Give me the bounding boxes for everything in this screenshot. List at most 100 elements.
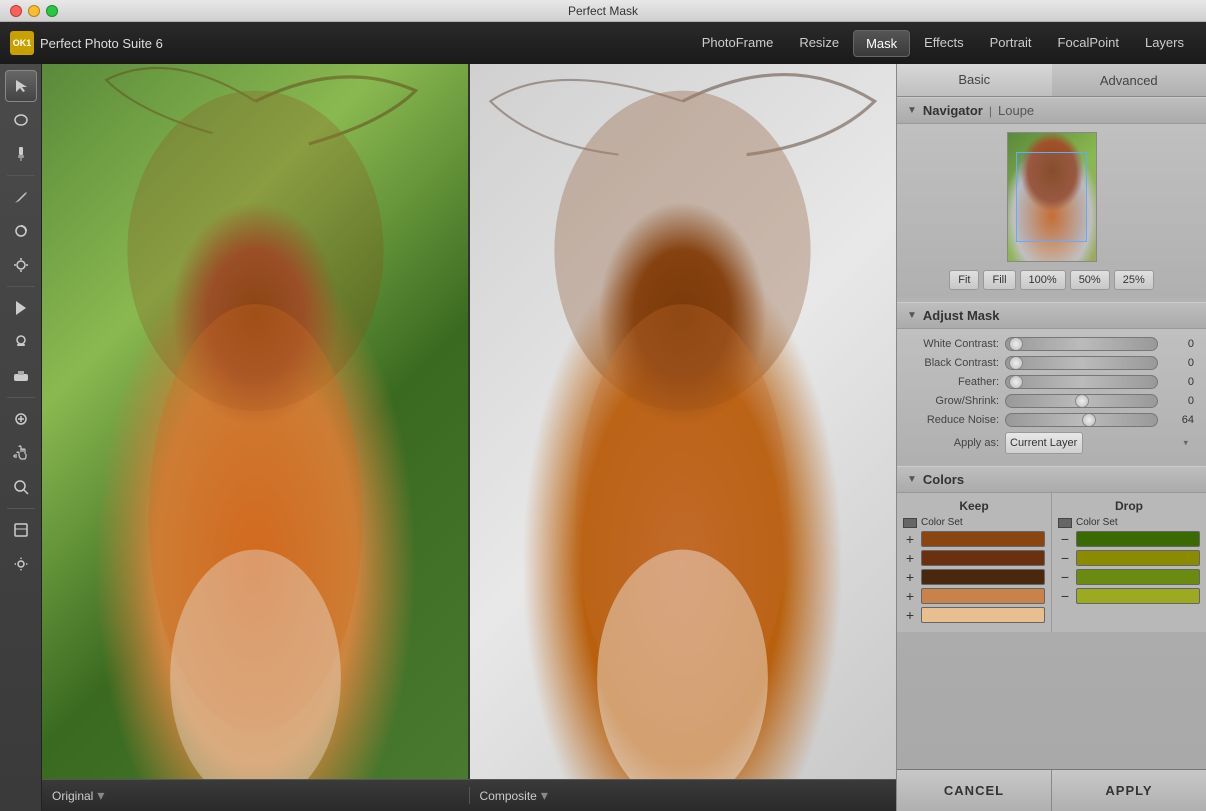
close-button[interactable]: [10, 5, 22, 17]
keep-swatch-2: [921, 569, 1045, 585]
grow-shrink-slider[interactable]: [1005, 394, 1158, 408]
tool-pen[interactable]: [5, 181, 37, 213]
apply-as-select[interactable]: Current Layer New Layer Mask: [1005, 432, 1083, 454]
canvas-right: [469, 64, 896, 779]
keep-row-1: +: [903, 550, 1045, 566]
tool-healing[interactable]: [5, 403, 37, 435]
panel-bottom: CANCEL APPLY: [897, 769, 1206, 811]
zoom-fit[interactable]: Fit: [949, 270, 979, 290]
tool-eraser[interactable]: [5, 360, 37, 392]
keep-row-3: +: [903, 588, 1045, 604]
menu-items: PhotoFrame Resize Mask Effects Portrait …: [690, 30, 1196, 57]
maximize-button[interactable]: [46, 5, 58, 17]
drop-swatch-3: [1076, 588, 1200, 604]
keep-column: Keep Color Set + +: [897, 493, 1051, 632]
navigator-thumbnail: [1007, 132, 1097, 262]
drop-remove-0[interactable]: −: [1058, 532, 1072, 546]
keep-row-4: +: [903, 607, 1045, 623]
menu-layers[interactable]: Layers: [1133, 30, 1196, 57]
canvas-divider: [468, 64, 470, 779]
zoom-fill[interactable]: Fill: [983, 270, 1015, 290]
drop-header: Drop: [1058, 499, 1200, 513]
app-logo: OK1 Perfect Photo Suite 6: [10, 31, 163, 55]
window-title: Perfect Mask: [568, 4, 638, 18]
navigator-header[interactable]: ▼ Navigator | Loupe: [897, 97, 1206, 124]
black-contrast-slider[interactable]: [1005, 356, 1158, 370]
adjust-triangle: ▼: [907, 310, 917, 321]
black-contrast-row: Black Contrast: 0: [909, 356, 1194, 370]
drop-remove-3[interactable]: −: [1058, 589, 1072, 603]
tab-basic[interactable]: Basic: [897, 64, 1052, 96]
menu-photoframe[interactable]: PhotoFrame: [690, 30, 786, 57]
reduce-noise-slider[interactable]: [1005, 413, 1158, 427]
menu-focalpoint[interactable]: FocalPoint: [1046, 30, 1131, 57]
drop-color-set-icon: [1058, 518, 1072, 528]
keep-row-2: +: [903, 569, 1045, 585]
tool-hand[interactable]: [5, 437, 37, 469]
app-logo-icon: OK1: [10, 31, 34, 55]
toolbar: [0, 64, 42, 811]
white-contrast-slider[interactable]: [1005, 337, 1158, 351]
reduce-noise-row: Reduce Noise: 64: [909, 413, 1194, 427]
main-layout: Original ▾ Composite ▾ Basic Advanced ▼ …: [0, 64, 1206, 811]
panel-tabs: Basic Advanced: [897, 64, 1206, 97]
adjust-mask-section: ▼ Adjust Mask White Contrast: 0: [897, 302, 1206, 462]
menu-resize[interactable]: Resize: [787, 30, 851, 57]
feather-row: Feather: 0: [909, 375, 1194, 389]
grow-shrink-row: Grow/Shrink: 0: [909, 394, 1194, 408]
tool-brush[interactable]: [5, 138, 37, 170]
navigator-triangle: ▼: [907, 105, 917, 116]
keep-add-2[interactable]: +: [903, 570, 917, 584]
menu-portrait[interactable]: Portrait: [978, 30, 1044, 57]
drop-remove-2[interactable]: −: [1058, 570, 1072, 584]
drop-remove-1[interactable]: −: [1058, 551, 1072, 565]
keep-add-3[interactable]: +: [903, 589, 917, 603]
tool-history[interactable]: [5, 514, 37, 546]
tool-color-range[interactable]: [5, 215, 37, 247]
zoom-50[interactable]: 50%: [1070, 270, 1110, 290]
canvas-left: [42, 64, 469, 779]
adjust-mask-header[interactable]: ▼ Adjust Mask: [897, 302, 1206, 329]
tab-advanced[interactable]: Advanced: [1052, 64, 1206, 96]
black-contrast-label: Black Contrast:: [909, 357, 999, 369]
window-controls[interactable]: [10, 5, 58, 17]
right-panel: Basic Advanced ▼ Navigator | Loupe: [896, 64, 1206, 811]
keep-add-1[interactable]: +: [903, 551, 917, 565]
loupe-button[interactable]: Loupe: [998, 103, 1034, 118]
feather-slider[interactable]: [1005, 375, 1158, 389]
left-label-arrow[interactable]: ▾: [97, 787, 104, 804]
drop-swatch-1: [1076, 550, 1200, 566]
tool-refine[interactable]: [5, 249, 37, 281]
left-label-text: Original: [52, 789, 93, 803]
apply-as-label: Apply as:: [909, 437, 999, 449]
tool-stamp[interactable]: [5, 326, 37, 358]
tool-settings[interactable]: [5, 548, 37, 580]
navigator-viewport: [1016, 152, 1086, 242]
tool-select[interactable]: [5, 70, 37, 102]
drop-swatch-0: [1076, 531, 1200, 547]
tool-zoom-in[interactable]: [5, 292, 37, 324]
tool-lasso[interactable]: [5, 104, 37, 136]
keep-add-0[interactable]: +: [903, 532, 917, 546]
colors-header[interactable]: ▼ Colors: [897, 466, 1206, 493]
canvas-label-right: Composite ▾: [470, 787, 897, 804]
keep-row-0: +: [903, 531, 1045, 547]
minimize-button[interactable]: [28, 5, 40, 17]
reduce-noise-value: 64: [1164, 414, 1194, 426]
drop-color-set-row: Color Set: [1058, 517, 1200, 528]
drop-row-2: −: [1058, 569, 1200, 585]
keep-add-4[interactable]: +: [903, 608, 917, 622]
right-label-arrow[interactable]: ▾: [541, 787, 548, 804]
black-contrast-value: 0: [1164, 357, 1194, 369]
drop-row-0: −: [1058, 531, 1200, 547]
white-contrast-value: 0: [1164, 338, 1194, 350]
apply-as-wrapper: Current Layer New Layer Mask ▾: [1005, 432, 1194, 454]
zoom-25[interactable]: 25%: [1114, 270, 1154, 290]
panel-content: ▼ Navigator | Loupe Fit Fill 100% 50%: [897, 97, 1206, 769]
zoom-100[interactable]: 100%: [1020, 270, 1066, 290]
apply-button[interactable]: APPLY: [1052, 770, 1206, 811]
cancel-button[interactable]: CANCEL: [897, 770, 1052, 811]
menu-effects[interactable]: Effects: [912, 30, 976, 57]
tool-magnify[interactable]: [5, 471, 37, 503]
menu-mask[interactable]: Mask: [853, 30, 910, 57]
